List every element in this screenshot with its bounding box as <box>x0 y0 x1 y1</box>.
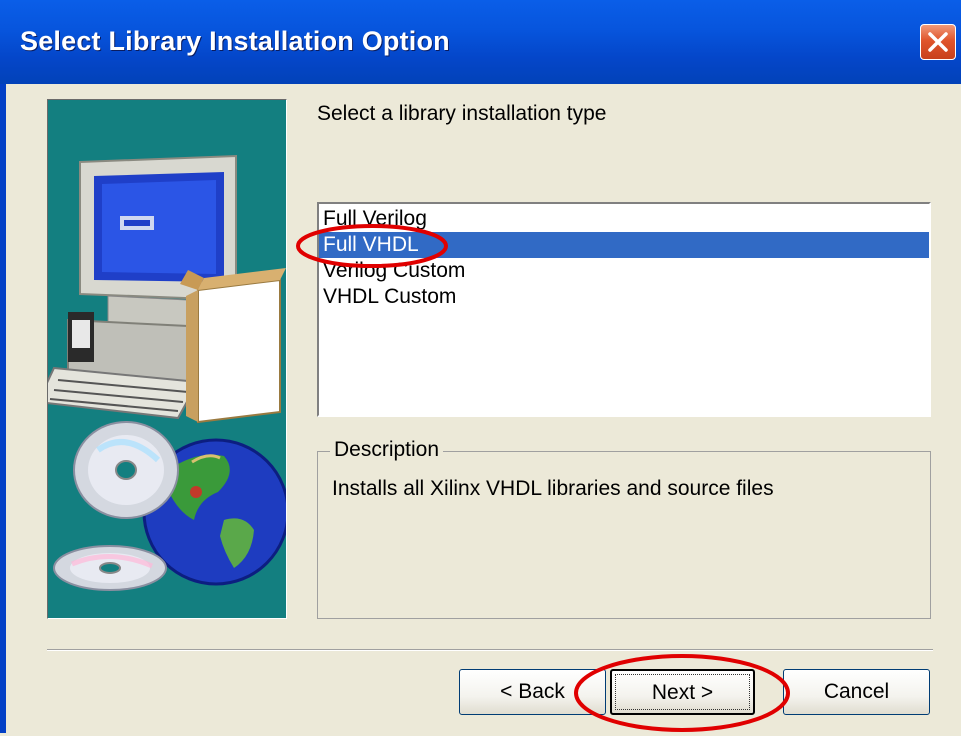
computer-icon <box>48 154 286 424</box>
prompt-label: Select a library installation type <box>317 102 607 125</box>
next-button[interactable]: Next > <box>610 669 755 715</box>
title-bar[interactable]: Select Library Installation Option <box>0 0 961 84</box>
installer-illustration <box>47 99 287 619</box>
dialog-window: Select Library Installation Option Selec… <box>0 0 961 733</box>
back-button[interactable]: < Back <box>459 669 606 715</box>
list-item[interactable]: Full Verilog <box>319 206 929 232</box>
dialog-client-area: Select a library installation type Full … <box>6 84 961 733</box>
focus-rect <box>615 674 750 710</box>
description-groupbox: Description Installs all Xilinx VHDL lib… <box>317 438 931 619</box>
list-item[interactable]: Verilog Custom <box>319 258 929 284</box>
description-text: Installs all Xilinx VHDL libraries and s… <box>332 477 774 500</box>
installation-type-listbox[interactable]: Full Verilog Full VHDL Verilog Custom VH… <box>317 202 931 417</box>
description-legend: Description <box>330 438 444 462</box>
cancel-button[interactable]: Cancel <box>783 669 930 715</box>
list-item-selected[interactable]: Full VHDL <box>319 232 929 258</box>
list-item[interactable]: VHDL Custom <box>319 284 929 310</box>
window-title: Select Library Installation Option <box>20 26 450 56</box>
close-button[interactable] <box>920 24 956 60</box>
separator-line <box>47 649 933 651</box>
cd-disc-icon <box>53 421 179 591</box>
